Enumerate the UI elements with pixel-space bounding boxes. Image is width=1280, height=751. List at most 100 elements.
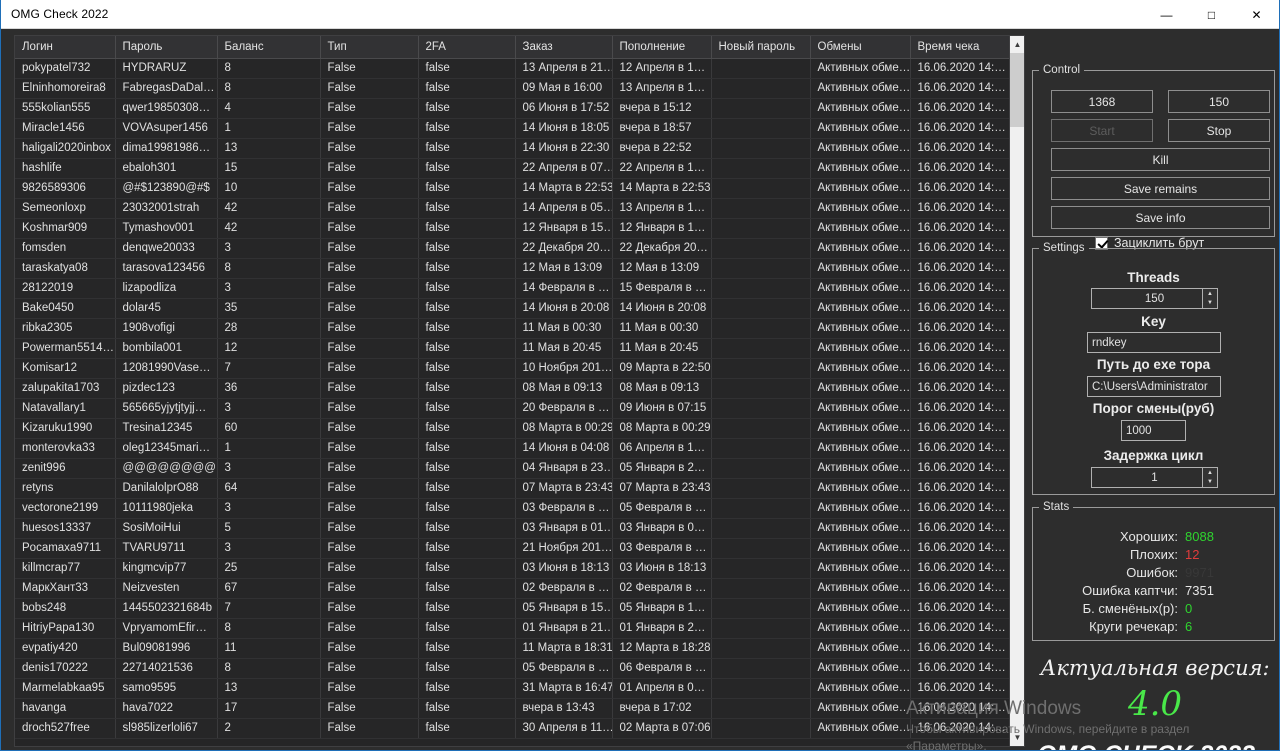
cell-Заказ: 22 Декабря 20… <box>515 238 612 258</box>
table-row[interactable]: МаркХант33Neizvesten67Falsefalse02 Февра… <box>15 578 1010 598</box>
table-row[interactable]: zalupakita1703pizdec12336Falsefalse08 Ма… <box>15 378 1010 398</box>
table-row[interactable]: pokypatel732HYDRARUZ8Falsefalse13 Апреля… <box>15 58 1010 78</box>
column-header-4[interactable]: 2FA <box>418 36 515 58</box>
cell-Тип: False <box>320 518 418 538</box>
table-row[interactable]: huesos13337SosiMoiHui5Falsefalse03 Январ… <box>15 518 1010 538</box>
cell-Заказ: 08 Марта в 00:29 <box>515 418 612 438</box>
table-row[interactable]: Natavallary1565665yjytjtyjj…3Falsefalse2… <box>15 398 1010 418</box>
table-row[interactable]: killmcrap77kingmcvip7725Falsefalse03 Июн… <box>15 558 1010 578</box>
table-row[interactable]: monterovka33oleg12345mari…1Falsefalse14 … <box>15 438 1010 458</box>
threads-spinner[interactable]: ▲ ▼ <box>1202 288 1218 309</box>
column-header-9[interactable]: Время чека <box>910 36 1010 58</box>
table-row[interactable]: retynsDanilalolprO8864Falsefalse07 Марта… <box>15 478 1010 498</box>
cell-Баланс: 36 <box>217 378 320 398</box>
threads-label: Threads <box>1033 270 1274 285</box>
close-button[interactable]: ✕ <box>1234 0 1279 29</box>
column-header-6[interactable]: Пополнение <box>612 36 711 58</box>
table-row[interactable]: HitriyPapa130VpryamomEfir…8Falsefalse01 … <box>15 618 1010 638</box>
cell-Логин: Kizaruku1990 <box>15 418 115 438</box>
scrollbar-thumb[interactable] <box>1010 53 1025 127</box>
column-header-2[interactable]: Баланс <box>217 36 320 58</box>
start-button[interactable]: Start <box>1051 119 1153 142</box>
cell-Пароль: Bul09081996 <box>115 638 217 658</box>
cell-Пароль: VpryamomEfir… <box>115 618 217 638</box>
table-row[interactable]: Powerman5514…bombila00112Falsefalse11 Ма… <box>15 338 1010 358</box>
table-row[interactable]: taraskatya08tarasova1234568Falsefalse12 … <box>15 258 1010 278</box>
table-row[interactable]: 555kolian555qwer19850308…4Falsefalse06 И… <box>15 98 1010 118</box>
table-row[interactable]: Kizaruku1990Tresina1234560Falsefalse08 М… <box>15 418 1010 438</box>
cell-Логин: Bake0450 <box>15 298 115 318</box>
table-row[interactable]: fomsdendenqwe200333Falsefalse22 Декабря … <box>15 238 1010 258</box>
cell-Пополнение: 06 Апреля в 1… <box>612 438 711 458</box>
table-row[interactable]: 28122019lizapodliza3Falsefalse14 Февраля… <box>15 278 1010 298</box>
threshold-input[interactable]: 1000 <box>1121 420 1186 441</box>
table-row[interactable]: Marmelabkaa95samo959513Falsefalse31 Март… <box>15 678 1010 698</box>
cell-2FA: false <box>418 158 515 178</box>
table-row[interactable]: hashlifeebaloh30115Falsefalse22 Апреля в… <box>15 158 1010 178</box>
column-header-8[interactable]: Обмены <box>810 36 910 58</box>
column-header-1[interactable]: Пароль <box>115 36 217 58</box>
cell-Пароль: kingmcvip77 <box>115 558 217 578</box>
cell-Тип: False <box>320 678 418 698</box>
table-row[interactable]: zenit996@@@@@@@@…3Falsefalse04 Января в … <box>15 458 1010 478</box>
save-info-button[interactable]: Save info <box>1051 206 1270 229</box>
column-header-5[interactable]: Заказ <box>515 36 612 58</box>
maximize-button[interactable]: □ <box>1189 0 1234 29</box>
threads-input[interactable]: 150 ▲ ▼ <box>1091 288 1218 309</box>
table-row[interactable]: Komisar1212081990Vase…7Falsefalse10 Нояб… <box>15 358 1010 378</box>
table-row[interactable]: Miracle1456VOVAsuper14561Falsefalse14 Ию… <box>15 118 1010 138</box>
accounts-grid[interactable]: ЛогинПарольБалансТип2FAЗаказПополнениеНо… <box>14 35 1025 747</box>
minimize-button[interactable]: — <box>1144 0 1189 29</box>
column-header-3[interactable]: Тип <box>320 36 418 58</box>
stop-button[interactable]: Stop <box>1168 119 1270 142</box>
table-row[interactable]: Elninhomoreira8FabregasDaDal…8Falsefalse… <box>15 78 1010 98</box>
cell-Пополнение: 01 Апреля в 0… <box>612 678 711 698</box>
window-controls: — □ ✕ <box>1144 0 1279 29</box>
cell-Обмены: Активных обме… <box>810 138 910 158</box>
cell-Новый пароль <box>711 618 810 638</box>
cell-Тип: False <box>320 718 418 738</box>
cell-Заказ: 03 Февраля в … <box>515 498 612 518</box>
spinner-up-icon[interactable]: ▲ <box>1203 468 1217 478</box>
scroll-up-arrow[interactable]: ▲ <box>1010 36 1025 53</box>
delay-spinner[interactable]: ▲ ▼ <box>1202 467 1218 488</box>
table-row[interactable]: Koshmar909Tymashov00142Falsefalse12 Янва… <box>15 218 1010 238</box>
cell-Новый пароль <box>711 538 810 558</box>
kill-button[interactable]: Kill <box>1051 148 1270 171</box>
table-row[interactable]: droch527freesl985lizerloli672Falsefalse3… <box>15 718 1010 738</box>
cell-Заказ: 07 Марта в 23:43 <box>515 478 612 498</box>
cell-Новый пароль <box>711 518 810 538</box>
column-header-0[interactable]: Логин <box>15 36 115 58</box>
tor-path-label: Путь до exe тора <box>1033 357 1274 372</box>
cell-Заказ: 01 Января в 21… <box>515 618 612 638</box>
cell-Время чека: 16.06.2020 14:… <box>910 438 1010 458</box>
table-row[interactable]: 9826589306@#$123890@#$10Falsefalse14 Мар… <box>15 178 1010 198</box>
tor-path-input[interactable]: C:\Users\Administrator <box>1087 376 1221 397</box>
spinner-down-icon[interactable]: ▼ <box>1203 299 1217 309</box>
cell-Логин: vectorone2199 <box>15 498 115 518</box>
cell-Пополнение: 07 Марта в 23:43 <box>612 478 711 498</box>
grid-vertical-scrollbar[interactable]: ▲ ▼ <box>1009 36 1024 746</box>
threads-count-button[interactable]: 150 <box>1168 90 1270 113</box>
cell-Пароль: dolar45 <box>115 298 217 318</box>
spinner-up-icon[interactable]: ▲ <box>1203 289 1217 299</box>
table-row[interactable]: vectorone219910111980jeka3Falsefalse03 Ф… <box>15 498 1010 518</box>
table-row[interactable]: evpatiy420Bul0908199611Falsefalse11 Март… <box>15 638 1010 658</box>
accounts-count-button[interactable]: 1368 <box>1051 90 1153 113</box>
stat-value: 9971 <box>1185 565 1214 580</box>
table-row[interactable]: haligali2020inboxdima19981986…13Falsefal… <box>15 138 1010 158</box>
table-row[interactable]: denis170222227140215368Falsefalse05 Февр… <box>15 658 1010 678</box>
table-row[interactable]: bobs2481445502321684b7Falsefalse05 Январ… <box>15 598 1010 618</box>
cell-Логин: HitriyPapa130 <box>15 618 115 638</box>
table-row[interactable]: ribka23051908vofigi28Falsefalse11 Мая в … <box>15 318 1010 338</box>
key-input[interactable]: rndkey <box>1087 332 1221 353</box>
spinner-down-icon[interactable]: ▼ <box>1203 478 1217 488</box>
table-row[interactable]: Pocamaxa9711TVARU97113Falsefalse21 Ноябр… <box>15 538 1010 558</box>
table-row[interactable]: Bake0450dolar4535Falsefalse14 Июня в 20:… <box>15 298 1010 318</box>
save-remains-button[interactable]: Save remains <box>1051 177 1270 200</box>
cell-Время чека: 16.06.2020 14:… <box>910 198 1010 218</box>
column-header-7[interactable]: Новый пароль <box>711 36 810 58</box>
delay-input[interactable]: 1 ▲ ▼ <box>1091 467 1218 488</box>
table-row[interactable]: havangahava702217Falsefalseвчера в 13:43… <box>15 698 1010 718</box>
table-row[interactable]: Semeonloxp23032001strah42Falsefalse14 Ап… <box>15 198 1010 218</box>
